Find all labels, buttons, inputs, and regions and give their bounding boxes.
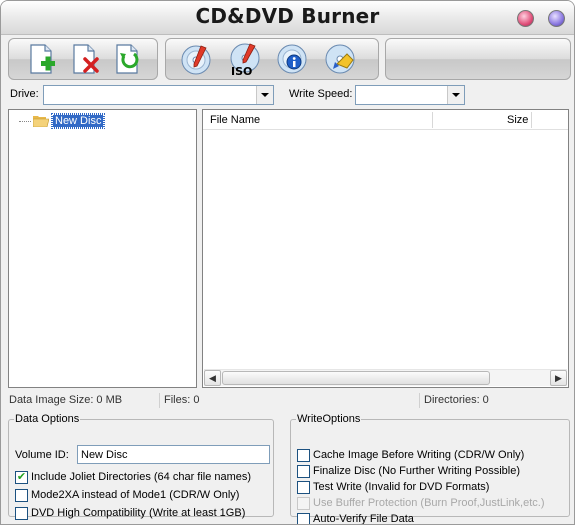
checkbox-label: Mode2XA instead of Mode1 (CDR/W Only) xyxy=(31,489,240,501)
tree-node-label[interactable]: New Disc xyxy=(50,113,106,129)
iso-label: ISO xyxy=(231,65,252,76)
checkbox-box[interactable] xyxy=(297,464,310,478)
write-options-legend: WriteOptions xyxy=(297,413,361,425)
status-separator xyxy=(159,393,160,408)
files-status: Files: 0 xyxy=(164,394,200,406)
checkbox-label: DVD High Compatibility (Write at least 1… xyxy=(31,507,246,519)
checkbox-box[interactable] xyxy=(15,506,28,520)
remove-file-button[interactable] xyxy=(66,41,102,77)
write-options-group: WriteOptions Cache Image Before Writing … xyxy=(290,413,570,524)
erase-disc-button[interactable] xyxy=(322,41,358,77)
checkbox-finalize-disc-no-further-writing-possibl[interactable]: Finalize Disc (No Further Writing Possib… xyxy=(297,464,520,478)
checkbox-label: Include Joliet Directories (64 char file… xyxy=(31,471,252,483)
title-bar[interactable]: CD&DVD Burner xyxy=(1,1,574,35)
checkbox-box[interactable] xyxy=(297,480,310,494)
file-toolbar xyxy=(8,38,158,80)
checkbox-dvd-high-compatibility-write-at-least-1g[interactable]: DVD High Compatibility (Write at least 1… xyxy=(15,506,245,520)
checkbox-label: Cache Image Before Writing (CDR/W Only) xyxy=(313,449,525,461)
drive-row: Drive: Write Speed: xyxy=(1,83,574,107)
disc-toolbar: ISO xyxy=(165,38,379,80)
app-window: CD&DVD Burner ISO Drive: Write Speed: Ne… xyxy=(0,0,575,525)
column-file-name[interactable]: File Name xyxy=(210,114,260,126)
image-size-status: Data Image Size: 0 MB xyxy=(9,394,123,406)
checkbox-box[interactable] xyxy=(297,512,310,524)
burn-iso-button[interactable]: ISO xyxy=(227,41,263,77)
refresh-file-button[interactable] xyxy=(109,41,145,77)
checkbox-label: Auto-Verify File Data xyxy=(313,513,414,525)
toolbar-spacer xyxy=(385,38,571,80)
erase-disc-icon xyxy=(325,44,355,74)
drive-label: Drive: xyxy=(10,88,39,100)
tree-connector xyxy=(19,120,31,122)
status-bar: Data Image Size: 0 MB Files: 0 Directori… xyxy=(1,391,574,409)
disc-info-button[interactable] xyxy=(274,41,310,77)
checkbox-label: Finalize Disc (No Further Writing Possib… xyxy=(313,465,521,477)
minimize-button[interactable] xyxy=(517,10,534,27)
checkbox-auto-verify-file-data[interactable]: Auto-Verify File Data xyxy=(297,512,414,525)
checkbox-label: Use Buffer Protection (Burn Proof,JustLi… xyxy=(313,497,545,509)
write-speed-label: Write Speed: xyxy=(289,88,353,100)
chevron-down-icon[interactable] xyxy=(256,86,273,104)
disc-tree[interactable]: New Disc xyxy=(8,109,197,388)
drive-select[interactable] xyxy=(43,85,274,105)
write-speed-select[interactable] xyxy=(355,85,465,105)
column-separator[interactable] xyxy=(531,112,532,128)
data-options-legend: Data Options xyxy=(15,413,80,425)
checkbox-cache-image-before-writing-cdr-w-only[interactable]: Cache Image Before Writing (CDR/W Only) xyxy=(297,448,524,462)
status-separator xyxy=(419,393,420,408)
file-list-header: File Name Size xyxy=(203,110,568,130)
add-file-icon xyxy=(30,44,55,74)
scroll-right-button[interactable]: ▶ xyxy=(550,370,567,386)
checkbox-box[interactable] xyxy=(15,488,28,502)
chevron-down-icon[interactable] xyxy=(447,86,464,104)
file-list[interactable]: File Name Size ◀ ▶ xyxy=(202,109,569,388)
checkmark-icon[interactable]: ✔ xyxy=(15,470,28,484)
burn-disc-icon xyxy=(181,45,211,75)
tree-node-root[interactable]: New Disc xyxy=(19,113,106,129)
checkbox-test-write-invalid-for-dvd-formats[interactable]: Test Write (Invalid for DVD Formats) xyxy=(297,480,489,494)
column-size[interactable]: Size xyxy=(507,114,528,126)
remove-file-icon xyxy=(73,44,99,74)
volume-id-label: Volume ID: xyxy=(15,449,69,461)
add-file-button[interactable] xyxy=(23,41,59,77)
checkbox-mode2xa-instead-of-mode1-cdr-w-only[interactable]: Mode2XA instead of Mode1 (CDR/W Only) xyxy=(15,488,239,502)
folder-open-icon xyxy=(33,116,49,127)
disc-info-icon xyxy=(277,44,307,74)
horizontal-scrollbar[interactable]: ◀ ▶ xyxy=(204,369,567,386)
checkbox-box[interactable] xyxy=(297,448,310,462)
data-options-group: Data Options Volume ID: ✔Include Joliet … xyxy=(8,413,274,520)
column-separator[interactable] xyxy=(432,112,433,128)
directories-status: Directories: 0 xyxy=(424,394,489,406)
scroll-left-button[interactable]: ◀ xyxy=(204,370,221,386)
app-title: CD&DVD Burner xyxy=(195,4,380,28)
burn-disc-button[interactable] xyxy=(178,41,214,77)
refresh-file-icon xyxy=(116,44,139,74)
checkbox-box xyxy=(297,496,310,510)
checkbox-include-joliet-directories-64-char-file-[interactable]: ✔ Include Joliet Directories (64 char fil… xyxy=(15,470,251,484)
burn-iso-icon: ISO xyxy=(230,43,260,76)
volume-id-input[interactable] xyxy=(77,445,270,464)
close-button[interactable] xyxy=(548,10,565,27)
checkbox-label: Test Write (Invalid for DVD Formats) xyxy=(313,481,490,493)
scroll-thumb[interactable] xyxy=(222,371,490,385)
checkbox-use-buffer-protection-burn-proof-justlin: Use Buffer Protection (Burn Proof,JustLi… xyxy=(297,496,545,510)
